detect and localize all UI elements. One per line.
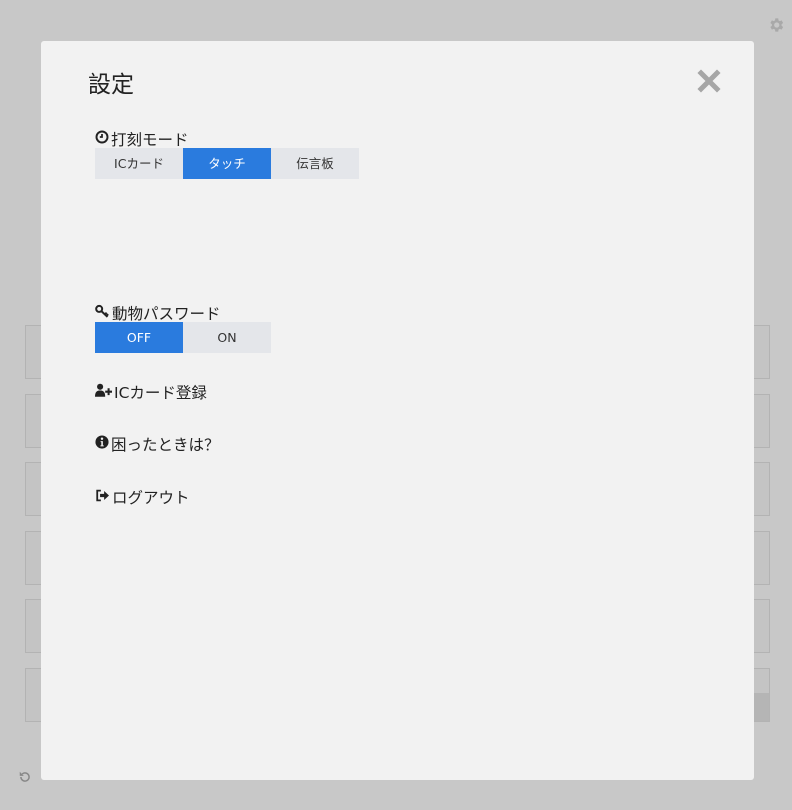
gear-icon[interactable] [767,16,785,34]
settings-modal: 設定 打刻モード ICカード タッチ 伝言板 動物パスワード OFF ON IC… [41,41,754,780]
animal-password-label: 動物パスワード [95,302,221,324]
info-icon [95,435,109,453]
logout-text: ログアウト [112,489,190,507]
animal-password-toggle: OFF ON [95,322,271,353]
close-icon[interactable] [697,69,721,93]
punch-mode-label-text: 打刻モード [111,131,189,149]
animal-password-off[interactable]: OFF [95,322,183,353]
animal-password-on[interactable]: ON [183,322,271,353]
punch-mode-option-ic-card[interactable]: ICカード [95,148,183,179]
ic-card-register-link[interactable]: ICカード登録 [95,381,207,403]
add-user-icon [95,383,112,401]
logout-icon [95,488,110,506]
punch-mode-selector: ICカード タッチ 伝言板 [95,148,359,179]
punch-mode-label: 打刻モード [95,128,189,150]
help-link[interactable]: 困ったときは？ [95,433,220,455]
help-text: 困ったときは？ [111,436,220,454]
clock-icon [95,130,109,148]
refresh-icon[interactable] [18,769,32,783]
punch-mode-option-message-board[interactable]: 伝言板 [271,148,359,179]
punch-mode-option-touch[interactable]: タッチ [183,148,271,179]
animal-password-label-text: 動物パスワード [112,305,221,323]
ic-card-register-text: ICカード登録 [114,384,207,402]
modal-title: 設定 [88,72,134,98]
key-icon [95,304,110,322]
logout-link[interactable]: ログアウト [95,486,190,508]
